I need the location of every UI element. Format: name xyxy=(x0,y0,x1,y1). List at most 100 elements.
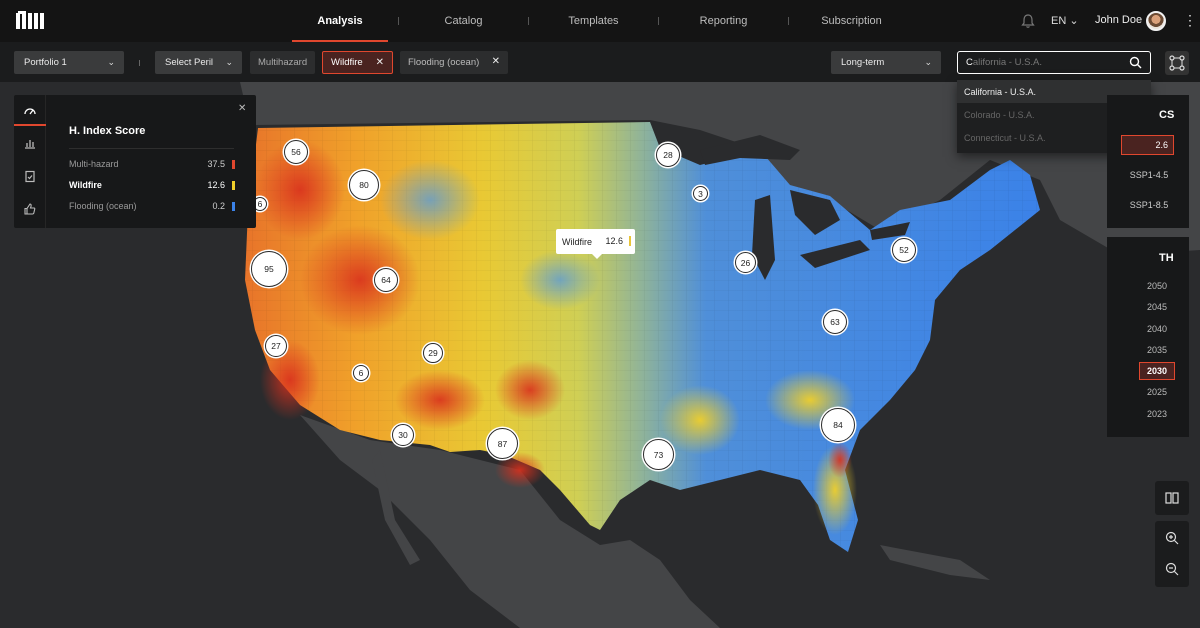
user-name[interactable]: John Doe xyxy=(1095,14,1142,26)
map-tooltip: Wildfire 12.6 xyxy=(556,229,635,259)
scenario-option[interactable]: SSP1-8.5 xyxy=(1121,195,1177,215)
score-swatch xyxy=(232,181,235,190)
brand-logo-icon[interactable] xyxy=(16,11,44,31)
tab-analysis[interactable]: Analysis xyxy=(282,0,398,42)
cluster-marker[interactable]: 52 xyxy=(892,238,916,262)
rail-active-indicator xyxy=(14,124,46,126)
horizon-label: Long-term xyxy=(841,57,885,68)
score-row-wildfire[interactable]: Wildfire 12.6 xyxy=(69,180,235,194)
search-icon[interactable] xyxy=(1129,56,1142,69)
score-row-multihazard[interactable]: Multi-hazard 37.5 xyxy=(69,159,235,173)
search-input[interactable]: California - U.S.A. xyxy=(957,51,1151,74)
cluster-marker[interactable]: 73 xyxy=(643,439,674,470)
portfolio-dropdown[interactable]: Portfolio 1 ⌄ xyxy=(14,51,124,74)
filter-divider xyxy=(139,60,140,66)
zoom-in-icon[interactable] xyxy=(1164,530,1180,546)
coolspot xyxy=(520,250,600,310)
portfolio-label: Portfolio 1 xyxy=(24,57,67,68)
top-nav: Analysis Catalog Templates Reporting Sub… xyxy=(0,0,1200,42)
cluster-marker[interactable]: 30 xyxy=(392,424,414,446)
hotspot xyxy=(828,442,852,478)
chevron-down-icon: ⌄ xyxy=(1069,15,1079,27)
search-typed-text: C xyxy=(966,57,973,68)
chevron-down-icon: ⌄ xyxy=(107,57,115,67)
chip-multihazard[interactable]: Multihazard xyxy=(250,51,315,74)
scenario-option[interactable]: SSP1-4.5 xyxy=(1121,165,1177,185)
time-horizon-panel: TH 2050 2045 2040 2035 2030 2025 2023 xyxy=(1107,237,1189,437)
cluster-marker[interactable]: 84 xyxy=(821,408,855,442)
network-share-icon[interactable] xyxy=(1165,51,1189,75)
scenario-title: CS xyxy=(1159,109,1175,121)
close-icon[interactable]: ✕ xyxy=(492,56,500,67)
cluster-marker[interactable]: 63 xyxy=(823,310,847,334)
score-value: 37.5 xyxy=(207,159,225,169)
year-option[interactable]: 2035 xyxy=(1139,341,1175,359)
zoom-control xyxy=(1155,521,1189,587)
notification-bell-icon[interactable] xyxy=(1020,13,1036,29)
cluster-marker[interactable]: 64 xyxy=(374,268,398,292)
zoom-out-icon[interactable] xyxy=(1164,561,1180,577)
tab-reporting[interactable]: Reporting xyxy=(659,0,788,42)
chevron-down-icon: ⌄ xyxy=(225,57,233,67)
score-swatch xyxy=(232,202,235,211)
score-row-flooding[interactable]: Flooding (ocean) 0.2 xyxy=(69,201,235,215)
language-selector[interactable]: EN ⌄ xyxy=(1051,14,1079,27)
chevron-down-icon: ⌄ xyxy=(924,57,932,67)
chip-flooding[interactable]: Flooding (ocean) ✕ xyxy=(400,51,508,74)
chip-label: Multihazard xyxy=(258,57,308,68)
cluster-marker[interactable]: 29 xyxy=(423,343,443,363)
cluster-marker[interactable]: 6 xyxy=(353,365,369,381)
tab-subscription[interactable]: Subscription xyxy=(789,0,914,42)
gauge-icon[interactable] xyxy=(23,104,37,118)
app-root: 56 80 6 95 64 27 6 29 30 87 73 28 3 26 5… xyxy=(0,0,1200,628)
more-menu-icon[interactable]: ⋮ xyxy=(1183,13,1197,27)
split-view-icon[interactable] xyxy=(1164,490,1180,506)
cluster-marker[interactable]: 56 xyxy=(284,140,308,164)
year-option[interactable]: 2025 xyxy=(1139,383,1175,401)
main-tabs: Analysis Catalog Templates Reporting Sub… xyxy=(282,0,914,42)
tooltip-label: Wildfire xyxy=(562,236,593,247)
peril-label: Select Peril xyxy=(165,57,214,68)
cluster-marker[interactable]: 28 xyxy=(656,143,680,167)
tab-templates[interactable]: Templates xyxy=(529,0,658,42)
panel-divider xyxy=(69,148,234,149)
hotspot xyxy=(660,385,740,455)
close-icon[interactable]: ✕ xyxy=(238,103,246,114)
tab-catalog[interactable]: Catalog xyxy=(399,0,528,42)
tooltip-value: 12.6 xyxy=(605,236,623,246)
chip-wildfire[interactable]: Wildfire ✕ xyxy=(322,51,393,74)
close-icon[interactable]: ✕ xyxy=(376,57,384,68)
clipboard-check-icon[interactable] xyxy=(23,169,37,183)
hotspot xyxy=(300,225,420,335)
score-value: 12.6 xyxy=(207,180,225,190)
year-option[interactable]: 2040 xyxy=(1139,320,1175,338)
hotspot xyxy=(395,370,485,430)
score-label: Wildfire xyxy=(69,180,102,190)
peril-dropdown[interactable]: Select Peril ⌄ xyxy=(155,51,242,74)
year-option[interactable]: 2023 xyxy=(1139,405,1175,423)
scenario-option-selected[interactable]: 2.6 xyxy=(1121,135,1174,155)
panel-title: H. Index Score xyxy=(69,125,146,137)
cluster-marker[interactable]: 26 xyxy=(735,252,756,273)
thumbs-up-icon[interactable] xyxy=(23,202,37,216)
cluster-marker[interactable]: 3 xyxy=(693,186,708,201)
chip-label: Flooding (ocean) xyxy=(408,57,480,68)
score-label: Multi-hazard xyxy=(69,159,119,169)
year-option[interactable]: 2045 xyxy=(1139,298,1175,316)
year-option-selected[interactable]: 2030 xyxy=(1139,362,1175,380)
bar-chart-icon[interactable] xyxy=(23,136,37,150)
cluster-marker[interactable]: 80 xyxy=(349,170,379,200)
cluster-marker[interactable]: 27 xyxy=(265,335,287,357)
scenario-panel: CS 2.6 SSP1-4.5 SSP1-8.5 xyxy=(1107,95,1189,228)
hotspot xyxy=(495,360,565,420)
tooltip-swatch xyxy=(629,236,631,246)
cluster-marker[interactable]: 95 xyxy=(251,251,287,287)
time-horizon-title: TH xyxy=(1159,252,1174,264)
filter-bar: Portfolio 1 ⌄ Select Peril ⌄ Multihazard… xyxy=(0,42,1200,82)
horizon-dropdown[interactable]: Long-term ⌄ xyxy=(831,51,941,74)
cluster-marker[interactable]: 87 xyxy=(487,428,518,459)
year-option[interactable]: 2050 xyxy=(1139,277,1175,295)
score-swatch xyxy=(232,160,235,169)
avatar[interactable] xyxy=(1146,11,1166,31)
score-panel: ✕ H. Index Score Multi-hazard 37.5 Wildf… xyxy=(14,95,256,228)
